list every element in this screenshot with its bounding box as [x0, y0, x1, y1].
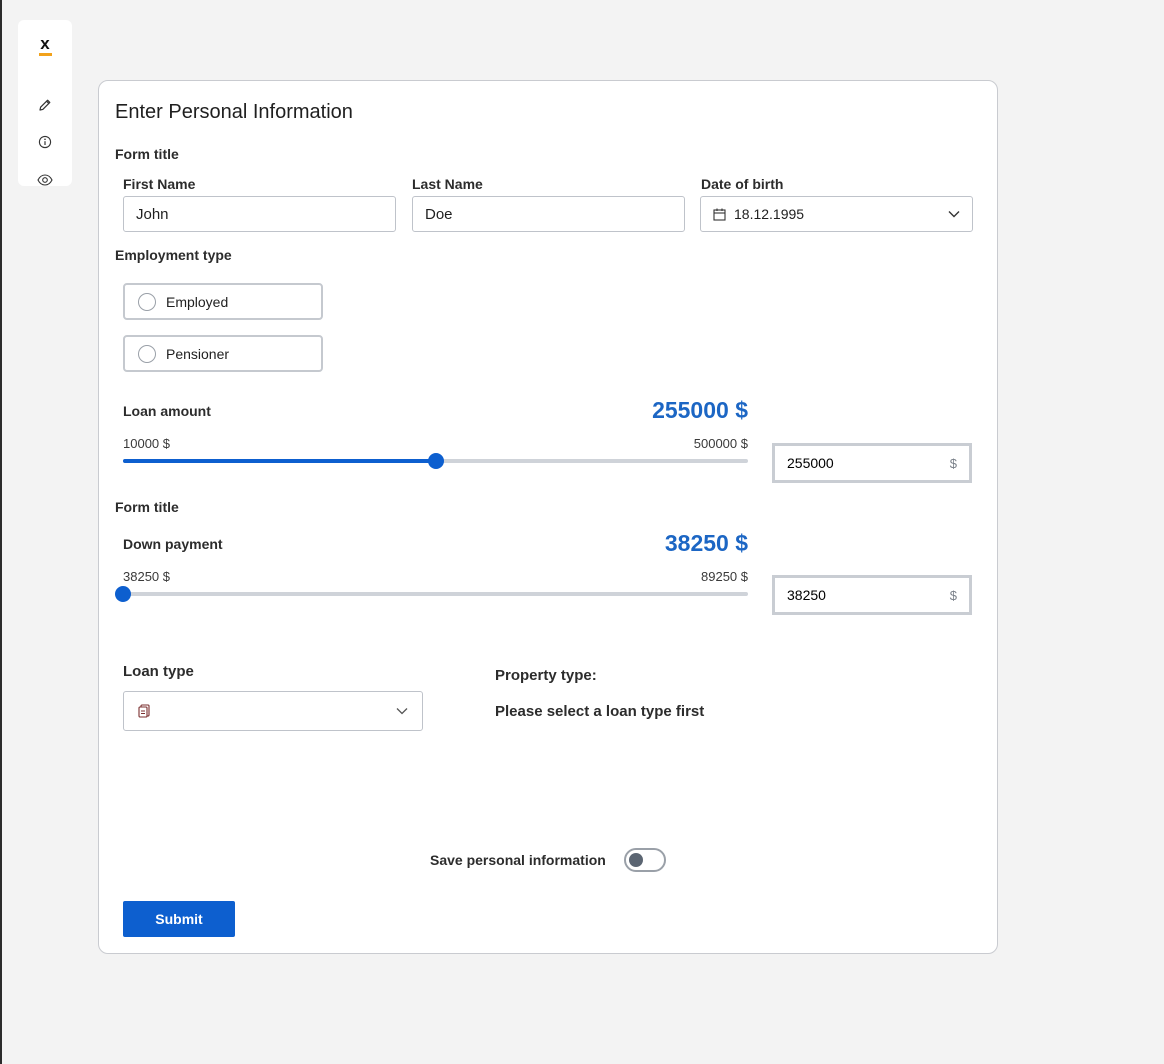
down-payment-input[interactable] [787, 587, 950, 603]
toggle-knob [629, 853, 643, 867]
loan-amount-slider-fill [123, 459, 436, 463]
down-payment-max: 89250 $ [701, 569, 748, 584]
section-title-1: Form title [115, 146, 179, 162]
save-info-toggle[interactable] [624, 848, 666, 872]
edit-icon [39, 99, 51, 111]
down-payment-input-box[interactable]: $ [772, 575, 972, 615]
last-name-label: Last Name [412, 176, 483, 192]
logo-text: x [40, 34, 50, 53]
loan-amount-min: 10000 $ [123, 436, 170, 451]
down-payment-label: Down payment [123, 536, 223, 552]
dob-picker[interactable]: 18.12.1995 [700, 196, 973, 232]
section-title-2: Form title [115, 499, 179, 515]
submit-button[interactable]: Submit [123, 901, 235, 937]
document-icon [138, 704, 150, 718]
down-payment-unit: $ [949, 587, 957, 603]
radio-pensioner[interactable]: Pensioner [123, 335, 323, 372]
save-info-label: Save personal information [430, 852, 606, 868]
logo[interactable]: x [33, 34, 57, 58]
loan-amount-label: Loan amount [123, 403, 211, 419]
edit-button[interactable] [33, 93, 57, 117]
loan-amount-slider-thumb[interactable] [427, 453, 444, 469]
down-payment-display: 38250 $ [664, 530, 748, 556]
employment-type-label: Employment type [115, 247, 232, 263]
card-title: Enter Personal Information [115, 101, 353, 123]
logo-accent-bar [39, 53, 52, 56]
loan-type-select[interactable] [123, 691, 423, 731]
down-payment-slider-thumb[interactable] [115, 586, 131, 602]
down-payment-slider[interactable] [115, 586, 748, 602]
dob-value: 18.12.1995 [734, 206, 805, 222]
first-name-input[interactable] [123, 196, 396, 232]
chevron-down-icon [948, 211, 960, 218]
radio-employed[interactable]: Employed [123, 283, 323, 320]
last-name-input[interactable] [412, 196, 685, 232]
window-edge [0, 0, 2, 1064]
loan-amount-display: 255000 $ [652, 397, 748, 423]
chevron-down-icon [396, 708, 408, 715]
loan-type-label: Loan type [123, 663, 194, 680]
first-name-label: First Name [123, 176, 196, 192]
eye-icon [37, 174, 53, 186]
loan-amount-input[interactable] [787, 455, 950, 471]
side-toolbar: x [18, 20, 72, 186]
radio-pensioner-label: Pensioner [166, 345, 230, 362]
radio-circle [138, 344, 156, 363]
radio-employed-label: Employed [166, 293, 229, 310]
dob-label: Date of birth [701, 176, 784, 192]
info-button[interactable] [33, 130, 57, 154]
loan-amount-max: 500000 $ [693, 436, 748, 451]
radio-circle [138, 292, 156, 311]
property-type-label: Property type: [495, 667, 597, 684]
loan-amount-input-box[interactable]: $ [772, 443, 972, 483]
calendar-icon [713, 208, 726, 221]
down-payment-min: 38250 $ [123, 569, 170, 584]
property-type-hint: Please select a loan type first [495, 703, 705, 720]
info-icon [38, 135, 52, 149]
preview-button[interactable] [33, 168, 57, 192]
loan-amount-unit: $ [949, 455, 957, 471]
loan-amount-slider[interactable] [123, 453, 748, 469]
personal-info-card: Enter Personal Information Form title Fi… [98, 80, 998, 954]
